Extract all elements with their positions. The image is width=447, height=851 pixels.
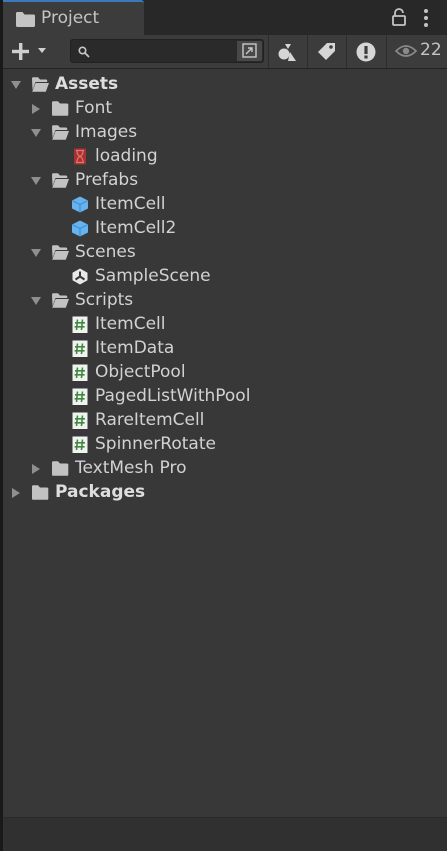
- eye-icon: [395, 45, 417, 57]
- log-filter-button[interactable]: [346, 35, 384, 68]
- tree-item-label: ObjectPool: [95, 362, 186, 382]
- tag-icon: [318, 43, 335, 60]
- tree-item-label: Assets: [55, 74, 119, 94]
- foldout-collapsed-icon[interactable]: [31, 464, 41, 474]
- shapes-filter-icon: [278, 44, 296, 61]
- csharp-script-icon: [72, 316, 88, 333]
- tree-item[interactable]: ItemCell: [3, 313, 447, 337]
- tree-item-label: SpinnerRotate: [95, 434, 216, 454]
- tree-item[interactable]: SampleScene: [3, 265, 447, 289]
- csharp-script-icon: [72, 340, 88, 357]
- foldout-collapsed-icon[interactable]: [31, 104, 41, 114]
- csharp-script-icon: [72, 388, 88, 405]
- csharp-script-icon: [72, 412, 88, 429]
- tree-item-label: ItemCell: [95, 194, 166, 214]
- status-bar: [3, 817, 447, 851]
- tab-project[interactable]: Project: [3, 0, 144, 35]
- kebab-menu-icon[interactable]: [422, 8, 430, 28]
- tree-item[interactable]: ObjectPool: [3, 361, 447, 385]
- search-mode-button[interactable]: [236, 41, 262, 61]
- tree-item[interactable]: ItemCell: [3, 193, 447, 217]
- tree-item-label: Scenes: [75, 242, 136, 262]
- lock-icon[interactable]: [392, 8, 406, 26]
- hidden-packages-toggle[interactable]: 22: [386, 35, 447, 68]
- tree-item-label: Images: [75, 122, 138, 142]
- tree-item[interactable]: TextMesh Pro: [3, 457, 447, 481]
- tree-item-label: PagedListWithPool: [95, 386, 251, 406]
- foldout-expanded-icon[interactable]: [31, 296, 41, 306]
- tab-label: Project: [41, 8, 100, 28]
- tree-item-label: SampleScene: [95, 266, 211, 286]
- project-toolbar: 22: [3, 35, 447, 69]
- folder-icon: [52, 461, 69, 476]
- foldout-expanded-icon[interactable]: [31, 176, 41, 186]
- tree-item-label: Scripts: [75, 290, 134, 310]
- foldout-expanded-icon[interactable]: [31, 248, 41, 258]
- project-window: Project 22 Assets Font Images loading Pr…: [3, 0, 447, 851]
- tree-item-label: loading: [95, 146, 158, 166]
- hidden-package-count: 22: [420, 40, 442, 60]
- folder-open-icon: [52, 173, 69, 188]
- prefab-icon: [71, 196, 89, 213]
- folder-open-icon: [52, 125, 69, 140]
- tree-item[interactable]: Font: [3, 97, 447, 121]
- foldout-collapsed-icon[interactable]: [11, 488, 21, 498]
- tree-item-label: TextMesh Pro: [75, 458, 187, 478]
- tree-item-label: ItemCell2: [95, 218, 177, 238]
- tree-item[interactable]: Assets: [3, 73, 447, 97]
- tree-item-label: Packages: [55, 482, 146, 502]
- search-icon: [78, 46, 90, 58]
- prefab-icon: [71, 220, 89, 237]
- tree-item[interactable]: Packages: [3, 481, 447, 505]
- csharp-script-icon: [72, 364, 88, 381]
- tree-item[interactable]: Scenes: [3, 241, 447, 265]
- tree-item-label: RareItemCell: [95, 410, 205, 430]
- warning-circle-icon: [356, 42, 376, 62]
- unity-scene-icon: [72, 268, 88, 285]
- folder-icon: [52, 101, 69, 116]
- tree-item[interactable]: RareItemCell: [3, 409, 447, 433]
- csharp-script-icon: [72, 436, 88, 453]
- tree-item[interactable]: SpinnerRotate: [3, 433, 447, 457]
- search-scope-icon: [242, 43, 257, 58]
- tree-item[interactable]: ItemData: [3, 337, 447, 361]
- search-field[interactable]: [70, 39, 264, 63]
- search-by-type-button[interactable]: [268, 35, 306, 68]
- folder-open-icon: [52, 293, 69, 308]
- tree-item[interactable]: Images: [3, 121, 447, 145]
- foldout-expanded-icon[interactable]: [11, 80, 21, 90]
- folder-open-icon: [52, 245, 69, 260]
- tree-item-label: Font: [75, 98, 113, 118]
- tree-item[interactable]: PagedListWithPool: [3, 385, 447, 409]
- tree-item[interactable]: Scripts: [3, 289, 447, 313]
- foldout-expanded-icon[interactable]: [31, 128, 41, 138]
- tree-item[interactable]: ItemCell2: [3, 217, 447, 241]
- tree-item-label: Prefabs: [75, 170, 139, 190]
- folder-icon: [32, 485, 49, 500]
- folder-open-icon: [32, 77, 49, 92]
- folder-icon: [16, 12, 35, 27]
- tree-item[interactable]: Prefabs: [3, 169, 447, 193]
- search-input[interactable]: [95, 42, 235, 60]
- search-by-label-button[interactable]: [307, 35, 345, 68]
- tree-item-label: ItemData: [95, 338, 175, 358]
- tree-item[interactable]: loading: [3, 145, 447, 169]
- tab-strip: Project: [3, 0, 447, 36]
- sprite-icon: [74, 148, 86, 165]
- tree-item-label: ItemCell: [95, 314, 166, 334]
- create-dropdown-button[interactable]: [9, 39, 53, 63]
